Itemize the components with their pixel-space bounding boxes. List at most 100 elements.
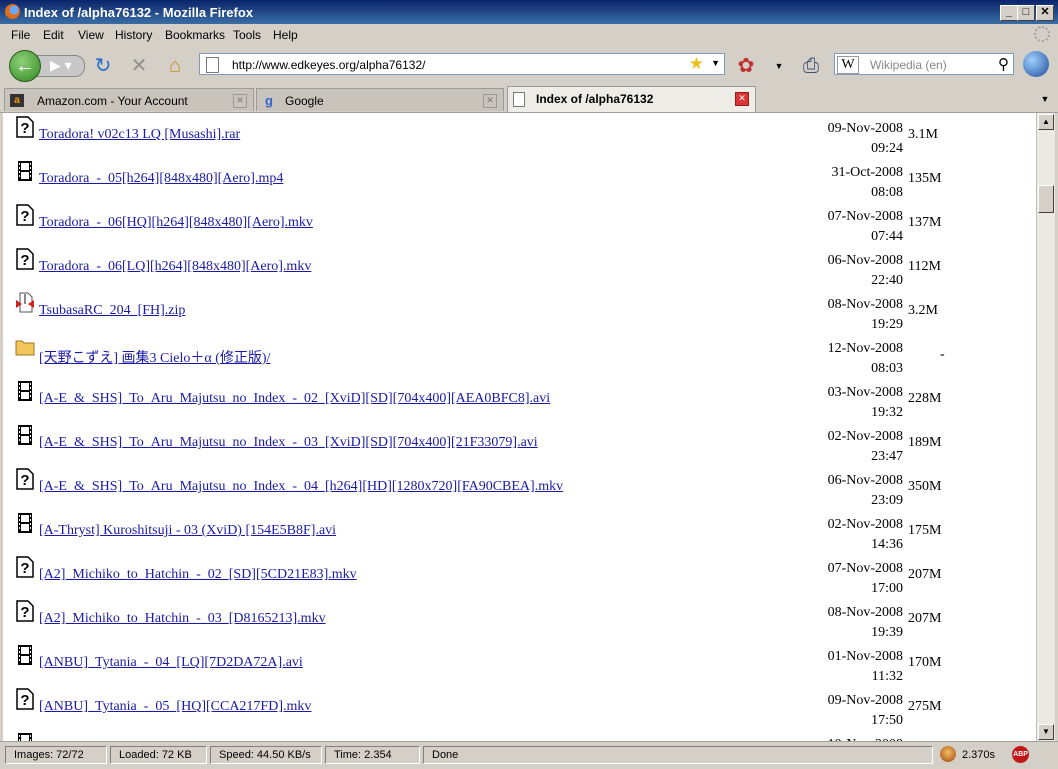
all-tabs-dropdown-icon[interactable]: ▼ <box>1037 91 1053 107</box>
file-link[interactable]: [A-E_&_SHS]_To_Aru_Majutsu_no_Index_-_02… <box>39 391 550 407</box>
back-button[interactable]: ← <box>9 50 41 82</box>
unknown-file-icon: ? <box>15 468 35 490</box>
search-box[interactable]: W Wikipedia (en) ⚲ <box>834 53 1014 75</box>
file-date: 06-Nov-2008 23:09 <box>828 471 903 511</box>
file-date-time: 08:08 <box>871 185 903 200</box>
file-date: 03-Nov-2008 19:32 <box>828 383 903 423</box>
vertical-scrollbar[interactable]: ▲ ▼ <box>1036 113 1055 741</box>
close-tab-icon[interactable]: ✕ <box>233 94 247 108</box>
print-icon[interactable]: ⎙ <box>800 55 822 77</box>
menu-tools[interactable]: Tools <box>233 28 261 42</box>
addon-icon[interactable]: ✿ <box>735 55 757 77</box>
status-done: Done <box>423 746 933 764</box>
table-row: ? Toradora! v02c13 LQ [Musashi].rar 09-Nov… <box>3 113 1036 157</box>
file-date: 08-Nov-2008 19:29 <box>828 295 903 335</box>
file-date-day: 07-Nov-2008 <box>827 209 903 224</box>
file-date-day: 02-Nov-2008 <box>827 517 903 532</box>
tab-label: Amazon.com - Your Account <box>37 94 188 108</box>
scroll-down-icon[interactable]: ▼ <box>1038 724 1054 740</box>
file-link[interactable]: [ANBU]_Tytania_-_04_[LQ][7D2DA72A].avi <box>39 655 303 671</box>
file-date-time: 23:47 <box>871 449 903 464</box>
close-button[interactable]: ✕ <box>1036 5 1054 21</box>
globe-icon[interactable] <box>1023 51 1049 77</box>
menu-bookmarks[interactable]: Bookmarks <box>165 28 225 42</box>
unknown-file-icon: ? <box>15 248 35 270</box>
file-date-time: 09:24 <box>871 141 903 156</box>
wikipedia-icon[interactable]: W <box>837 56 859 74</box>
table-row: [A-Thryst] Kuroshitsuji - 03 (XviD) [154… <box>3 509 1036 553</box>
file-link[interactable]: [天野こずえ] 画集3 Cielo＋α (修正版)/ <box>39 347 270 367</box>
file-date: 31-Oct-2008 08:08 <box>831 163 903 203</box>
file-size: 3.2M <box>908 303 938 318</box>
file-date: 08-Nov-2008 19:39 <box>828 603 903 643</box>
table-row: ? [ANBU]_Tytania_-_05_[HQ][CCA217FD].mkv 0… <box>3 685 1036 729</box>
load-time: 2.370s <box>962 749 996 761</box>
url-dropdown-icon[interactable]: ▼ <box>711 58 720 68</box>
file-date-time: 17:50 <box>871 713 903 728</box>
svg-text:?: ? <box>20 208 29 225</box>
menu-view[interactable]: View <box>78 28 104 42</box>
scroll-thumb[interactable] <box>1038 185 1054 213</box>
tab-google[interactable]: g Google ✕ <box>256 88 504 111</box>
file-date-time: 11:32 <box>871 669 903 684</box>
speed-icon[interactable] <box>940 746 956 762</box>
minimize-button[interactable]: _ <box>1000 5 1018 21</box>
video-file-icon <box>15 732 35 741</box>
table-row: [ANBU]_Tytania_-_04_[LQ][7D2DA72A].avi 01… <box>3 641 1036 685</box>
tab-index[interactable]: Index of /alpha76132 ✕ <box>507 86 756 112</box>
file-date: 01-Nov-2008 11:32 <box>828 647 903 687</box>
file-link[interactable]: [A2]_Michiko_to_Hatchin_-_03_[D8165213].… <box>39 611 326 627</box>
file-link[interactable]: Toradora! v02c13 LQ [Musashi].rar <box>39 127 240 143</box>
svg-text:?: ? <box>20 560 29 577</box>
file-size: - <box>940 347 945 362</box>
addon-dropdown-icon[interactable]: ▼ <box>768 55 790 77</box>
file-link[interactable]: [ANBU]_Tytania_-_05_[HQ][CCA217FD].mkv <box>39 699 311 715</box>
reload-icon[interactable]: ↻ <box>92 55 114 77</box>
file-link[interactable]: TsubasaRC_204_[FH].zip <box>39 303 185 319</box>
file-date-day: 09-Nov-2008 <box>827 693 903 708</box>
title-bar: Index of /alpha76132 - Mozilla Firefox _… <box>0 0 1058 24</box>
amazon-icon: a <box>10 94 24 107</box>
scroll-up-icon[interactable]: ▲ <box>1038 114 1054 130</box>
video-file-icon <box>15 512 35 534</box>
file-size: 175M <box>908 523 942 538</box>
file-size: 170M <box>908 655 942 670</box>
file-link[interactable]: Toradora_-_06[HQ][h264][848x480][Aero].m… <box>39 215 313 231</box>
status-bar: Images: 72/72 Loaded: 72 KB Speed: 44.50… <box>0 741 1058 769</box>
file-date-day: 06-Nov-2008 <box>827 473 903 488</box>
file-link[interactable]: [A-E_&_SHS]_To_Aru_Majutsu_no_Index_-_04… <box>39 479 563 495</box>
menu-edit[interactable]: Edit <box>43 28 64 42</box>
stop-icon[interactable]: ✕ <box>128 55 150 77</box>
tab-amazon[interactable]: a Amazon.com - Your Account ✕ <box>4 88 254 111</box>
file-link[interactable]: [A2]_Michiko_to_Hatchin_-_02_[SD][5CD21E… <box>39 567 357 583</box>
svg-text:?: ? <box>20 472 29 489</box>
tab-bar: a Amazon.com - Your Account ✕ g Google ✕… <box>0 85 1058 113</box>
file-link[interactable]: [A-Thryst] Kuroshitsuji - 03 (XviD) [154… <box>39 523 336 539</box>
bookmark-star-icon[interactable]: ★ <box>689 54 704 74</box>
file-date: 12-Nov-2008 08:03 <box>828 339 903 379</box>
file-link[interactable]: [A-E_&_SHS]_To_Aru_Majutsu_no_Index_-_03… <box>39 435 538 451</box>
menu-file[interactable]: File <box>11 28 30 42</box>
url-bar[interactable]: http://www.edkeyes.org/alpha76132/ ★ ▼ <box>199 53 725 75</box>
search-icon[interactable]: ⚲ <box>998 55 1009 73</box>
file-size: 135M <box>908 171 942 186</box>
file-date: 07-Nov-2008 17:00 <box>828 559 903 599</box>
table-row: [A-E_&_SHS]_To_Aru_Majutsu_no_Index_-_02… <box>3 377 1036 421</box>
table-row: TsubasaRC_204_[FH].zip 08-Nov-2008 19:29 3.… <box>3 289 1036 333</box>
file-date-day: 08-Nov-2008 <box>827 605 903 620</box>
close-tab-icon[interactable]: ✕ <box>735 92 749 106</box>
file-date-day: 03-Nov-2008 <box>827 385 903 400</box>
url-text: http://www.edkeyes.org/alpha76132/ <box>232 58 426 72</box>
archive-file-icon <box>15 292 35 314</box>
adblock-icon[interactable]: ABP <box>1012 746 1029 763</box>
search-placeholder: Wikipedia (en) <box>870 58 947 72</box>
menu-help[interactable]: Help <box>273 28 298 42</box>
file-link[interactable]: Toradora_-_06[LQ][h264][848x480][Aero].m… <box>39 259 311 275</box>
forward-button[interactable]: ▶ ▾ <box>37 55 85 77</box>
menu-history[interactable]: History <box>115 28 152 42</box>
maximize-button[interactable]: □ <box>1017 5 1035 21</box>
file-link[interactable]: Toradora_-_05[h264][848x480][Aero].mp4 <box>39 171 283 187</box>
home-icon[interactable]: ⌂ <box>164 55 186 77</box>
close-tab-icon[interactable]: ✕ <box>483 94 497 108</box>
file-size: 275M <box>908 699 942 714</box>
